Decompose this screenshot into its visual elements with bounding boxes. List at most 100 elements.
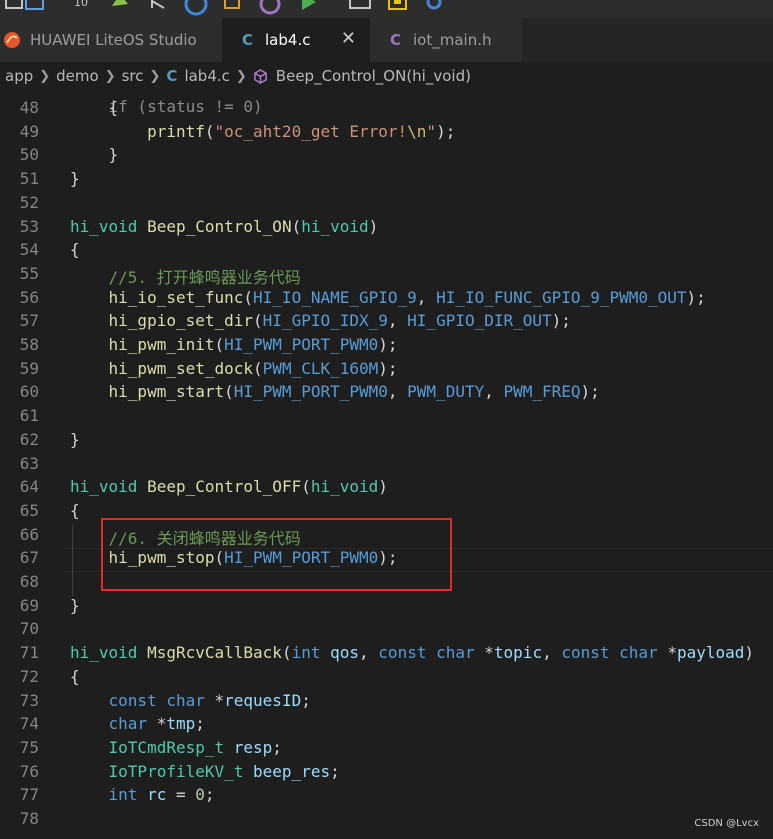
annotation-highlight-box: [101, 518, 452, 591]
breadcrumb-item[interactable]: app: [5, 67, 33, 85]
code-line: 60 hi_pwm_start(HI_PWM_PORT_PWM0, PWM_DU…: [0, 382, 773, 406]
breadcrumb-item[interactable]: lab4.c: [184, 67, 229, 85]
code-text[interactable]: {: [70, 501, 80, 520]
code-text[interactable]: printf("oc_aht20_get Error!\n");: [70, 122, 455, 141]
tab-lab4-c[interactable]: C lab4.c ✕: [222, 18, 370, 62]
line-number: 61: [19, 406, 39, 426]
code-text[interactable]: hi_pwm_start(HI_PWM_PORT_PWM0, PWM_DUTY,…: [70, 382, 600, 401]
line-number: 72: [19, 666, 39, 686]
code-text[interactable]: hi_void MsgRcvCallBack(int qos, const ch…: [70, 643, 754, 662]
toolbar: 10: [0, 0, 773, 18]
code-line: 61: [0, 406, 773, 430]
code-line: 69}: [0, 596, 773, 620]
chevron-right-icon: ❯: [39, 68, 51, 84]
save-icon[interactable]: [24, 0, 46, 12]
line-number: 60: [19, 382, 39, 402]
chevron-right-icon: ❯: [235, 68, 247, 84]
line-number: 73: [19, 690, 39, 710]
breadcrumb-item[interactable]: src: [122, 67, 144, 85]
close-tab-icon[interactable]: ✕: [341, 28, 356, 49]
line-number: 63: [19, 453, 39, 473]
code-line: 58 hi_pwm_init(HI_PWM_PORT_PWM0);: [0, 335, 773, 359]
line-number: 57: [19, 311, 39, 331]
code-line: 53 hi_void Beep_Control_ON(hi_void): [0, 217, 773, 241]
c-header-file-icon: C: [390, 31, 402, 49]
code-line: 74 char *tmp;: [0, 714, 773, 738]
line-number: 50: [19, 145, 39, 165]
indent-guide: [72, 524, 73, 596]
code-line: 70: [0, 619, 773, 643]
tab-iot-main-h[interactable]: C iot_main.h: [370, 18, 522, 62]
code-line: 51}: [0, 169, 773, 193]
line-number: 51: [19, 169, 39, 189]
breadcrumb: app ❯ demo ❯ src ❯ C lab4.c ❯ Beep_Contr…: [0, 62, 773, 90]
build-icon[interactable]: [108, 0, 132, 14]
code-text[interactable]: //5. 打开蜂鸣器业务代码: [70, 264, 301, 288]
editor-tab-bar: HUAWEI LiteOS Studio C lab4.c ✕ C iot_ma…: [0, 18, 773, 62]
code-line: 54 {: [0, 240, 773, 264]
c-file-icon: C: [166, 67, 178, 85]
line-number: 76: [19, 761, 39, 781]
code-text[interactable]: hi_pwm_set_dock(PWM_CLK_160M);: [70, 359, 398, 378]
code-line: 72 {: [0, 667, 773, 691]
code-text[interactable]: {: [70, 667, 80, 686]
line-number: 58: [19, 335, 39, 354]
burn-icon[interactable]: [222, 0, 244, 14]
liteos-logo-icon: [4, 32, 20, 48]
split-editor-icon[interactable]: [4, 0, 24, 12]
code-text[interactable]: {: [70, 98, 119, 117]
code-text[interactable]: hi_void Beep_Control_ON(hi_void): [70, 217, 378, 236]
code-text[interactable]: }: [70, 145, 119, 164]
code-text[interactable]: int rc = 0;: [70, 785, 215, 804]
code-text[interactable]: char *tmp;: [70, 714, 205, 733]
line-number: 70: [19, 619, 39, 639]
code-text[interactable]: }: [70, 596, 80, 615]
line-number: 75: [19, 737, 39, 757]
line-number: 64: [19, 477, 39, 497]
line-number: 71: [19, 643, 39, 663]
merge-icon[interactable]: [148, 0, 170, 14]
tab-label: HUAWEI LiteOS Studio: [30, 31, 197, 49]
code-line: 73 const char *requesID;: [0, 691, 773, 715]
chevron-right-icon: ❯: [104, 68, 116, 84]
line-number: 69: [19, 595, 39, 615]
code-line: 75 IoTCmdResp_t resp;: [0, 738, 773, 762]
code-text[interactable]: IoTProfileKV_t beep_res;: [70, 762, 340, 781]
code-text[interactable]: hi_io_set_func(HI_IO_NAME_GPIO_9, HI_IO_…: [70, 288, 706, 307]
breadcrumb-item[interactable]: demo: [56, 67, 99, 85]
line-number: 68: [19, 572, 39, 591]
debug-icon[interactable]: [184, 0, 208, 16]
code-text[interactable]: hi_void Beep_Control_OFF(hi_void): [70, 477, 388, 496]
code-line: 63: [0, 454, 773, 478]
tab-label: lab4.c: [265, 31, 311, 49]
breadcrumb-item[interactable]: Beep_Control_ON(hi_void): [276, 67, 471, 85]
code-line: 62}: [0, 430, 773, 454]
code-text[interactable]: }: [70, 430, 80, 449]
monitor-icon[interactable]: [348, 0, 374, 14]
line-number: 74: [19, 714, 39, 734]
chip-icon[interactable]: [386, 0, 410, 16]
code-text[interactable]: hi_gpio_set_dir(HI_GPIO_IDX_9, HI_GPIO_D…: [70, 311, 571, 330]
code-text[interactable]: IoTCmdResp_t resp;: [70, 738, 282, 757]
sync-count[interactable]: 10: [74, 0, 88, 9]
code-text[interactable]: }: [70, 169, 80, 188]
code-editor[interactable]: if (status != 0) 48 {49 printf("oc_aht20…: [0, 90, 773, 839]
code-line: 78: [0, 809, 773, 833]
stop-icon[interactable]: [258, 0, 282, 16]
run-icon[interactable]: [298, 0, 320, 14]
line-number: 49: [19, 121, 39, 141]
line-number: 66: [19, 524, 39, 544]
code-line: 50 }: [0, 145, 773, 169]
code-line: 52: [0, 193, 773, 217]
code-text[interactable]: hi_pwm_init(HI_PWM_PORT_PWM0);: [70, 335, 398, 354]
line-number: 52: [19, 192, 39, 212]
code-line: 76 IoTProfileKV_t beep_res;: [0, 762, 773, 786]
line-number: 62: [19, 429, 39, 449]
tab-huawei-liteos-studio[interactable]: HUAWEI LiteOS Studio: [0, 18, 222, 62]
tab-label: iot_main.h: [413, 31, 492, 49]
code-line: 77 int rc = 0;: [0, 785, 773, 809]
code-text[interactable]: {: [70, 240, 80, 259]
settings-icon[interactable]: [424, 0, 444, 12]
code-text[interactable]: const char *requesID;: [70, 691, 311, 710]
line-number: 65: [19, 500, 39, 520]
